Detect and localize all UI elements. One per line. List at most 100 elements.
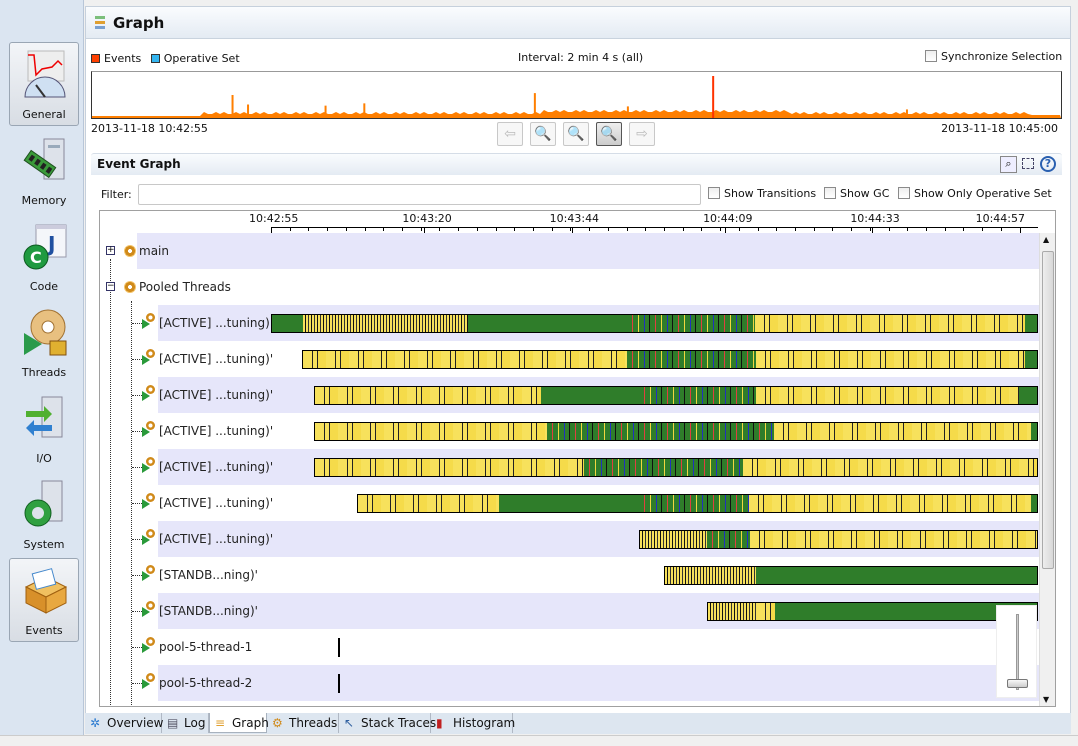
overview-chart[interactable]	[91, 71, 1062, 119]
state-segment-dense	[664, 567, 757, 584]
thread-label: [STANDB...ning)'	[159, 568, 258, 582]
thread-state-bar[interactable]	[356, 494, 1038, 513]
thread-label: [ACTIVE] ...tuning)'	[159, 532, 274, 546]
event-spike	[324, 105, 327, 118]
tab-threads[interactable]: ⚙ Threads	[267, 713, 339, 733]
scroll-up-icon[interactable]: ▲	[1043, 235, 1049, 244]
state-segment-run	[467, 315, 627, 332]
sidebar-item-label: System	[23, 538, 65, 551]
thread-state-bar[interactable]	[639, 530, 1038, 549]
overview-legend: Events Operative Set	[91, 52, 240, 65]
event-spike	[905, 109, 908, 118]
sidebar-item-io[interactable]: I/O	[9, 386, 79, 470]
io-icon	[26, 396, 63, 438]
show-gc-checkbox[interactable]: Show GC	[824, 187, 889, 200]
state-segment-mixed	[547, 423, 774, 440]
show-transitions-checkbox[interactable]: Show Transitions	[708, 187, 816, 200]
bottom-tab-bar: ✲ Overview ▤ Log ≡ Graph ⚙ Threads ↖ Stack Traces…	[85, 713, 1071, 734]
tab-overview[interactable]: ✲ Overview	[85, 713, 164, 733]
thread-state-bar[interactable]	[663, 566, 1038, 585]
zoom-slider[interactable]	[996, 605, 1037, 698]
state-segment-dense	[302, 315, 468, 332]
tab-label: Histogram	[453, 716, 516, 730]
event-graph-panel[interactable]: 10:42:55 10:43:20 10:43:44 10:44:09 10:44:33…	[99, 210, 1056, 707]
sidebar-item-system[interactable]: System	[9, 472, 79, 556]
tab-label: Stack Traces	[361, 716, 437, 730]
zoom-slider-thumb[interactable]	[1007, 678, 1028, 688]
thread-label: [ACTIVE] ...tuning)'	[159, 388, 274, 402]
legend-label: Events	[104, 52, 142, 65]
memory-icon	[23, 138, 65, 180]
filter-input[interactable]	[138, 184, 701, 205]
tab-log[interactable]: ▤ Log	[162, 713, 209, 733]
thread-state-bar[interactable]	[313, 458, 1038, 477]
sidebar-item-label: Code	[29, 280, 59, 293]
sidebar-item-memory[interactable]: Memory	[9, 128, 79, 212]
events-icon	[24, 568, 68, 614]
checkbox-box[interactable]	[898, 187, 910, 199]
collapse-icon[interactable]: −	[106, 282, 115, 291]
checkbox-box[interactable]	[925, 50, 937, 62]
scrollbar-thumb[interactable]	[1042, 251, 1054, 569]
thread-icon	[146, 421, 155, 430]
thread-label: [ACTIVE] ...tuning)'	[159, 352, 274, 366]
checkbox-box[interactable]	[708, 187, 720, 199]
tab-label: Overview	[107, 716, 164, 730]
zoom-selection-button[interactable]: 🔍	[563, 122, 589, 146]
expand-icon[interactable]: +	[106, 246, 115, 255]
zoom-in-icon: 🔍	[600, 126, 618, 142]
thread-icon	[146, 529, 155, 538]
sidebar-item-events[interactable]: Events	[9, 558, 79, 642]
checkbox-box[interactable]	[824, 187, 836, 199]
back-button[interactable]: ⇦	[497, 122, 523, 146]
sidebar-item-code[interactable]: JC Code	[9, 214, 79, 298]
state-segment-run	[272, 315, 303, 332]
thread-state-bar[interactable]	[706, 602, 1038, 621]
select-region-icon[interactable]	[1022, 158, 1034, 169]
help-icon[interactable]: ?	[1040, 156, 1056, 172]
state-segment-wait	[755, 387, 1019, 404]
events-series	[92, 110, 1061, 118]
overview-end-time: 2013-11-18 10:45:00	[941, 122, 1058, 135]
tab-stack-traces[interactable]: ↖ Stack Traces	[339, 713, 436, 733]
thread-state-bar[interactable]	[313, 422, 1038, 441]
tree-line	[132, 575, 142, 576]
zoom-in-button[interactable]: 🔍	[596, 122, 622, 146]
tree-group-pooled-threads[interactable]	[100, 269, 1039, 305]
event-graph-header: Event Graph ⌕ ?	[91, 153, 1062, 175]
thread-row[interactable]	[158, 665, 1039, 701]
search-icon[interactable]: ⌕	[1000, 156, 1017, 173]
state-segment-mixed	[584, 459, 744, 476]
tree-group-main[interactable]	[137, 233, 1039, 269]
sidebar-item-general[interactable]: General	[9, 42, 79, 126]
thread-state-bar[interactable]	[313, 386, 1038, 405]
state-segment-wait	[773, 423, 1031, 440]
general-gauge-icon	[24, 50, 66, 98]
thread-group-icon	[124, 245, 136, 257]
thread-state-bar[interactable]	[271, 314, 1038, 333]
vertical-scrollbar[interactable]: ▲ ▼	[1039, 233, 1055, 706]
interval-label: Interval: 2 min 4 s (all)	[518, 51, 644, 64]
thread-event-marker[interactable]	[338, 638, 341, 657]
code-icon: JC	[23, 224, 67, 270]
tree-line	[132, 647, 142, 648]
thread-event-marker[interactable]	[338, 674, 341, 693]
event-spike	[533, 93, 536, 118]
zoom-out-button[interactable]: 🔍	[530, 122, 556, 146]
checkbox-label: Show Transitions	[724, 187, 817, 200]
tree-group-label: main	[139, 244, 169, 258]
scroll-down-icon[interactable]: ▼	[1043, 695, 1049, 704]
state-segment-dense	[640, 531, 708, 548]
show-only-operative-set-checkbox[interactable]: Show Only Operative Set	[898, 187, 1052, 200]
synchronize-selection-checkbox[interactable]: Synchronize Selection	[925, 50, 1062, 63]
tab-graph[interactable]: ≡ Graph	[209, 713, 269, 733]
thread-row[interactable]	[158, 629, 1039, 665]
sidebar-item-threads[interactable]: Threads	[9, 300, 79, 384]
thread-icon	[146, 637, 155, 646]
state-segment-run	[756, 567, 1037, 584]
forward-button[interactable]: ⇨	[629, 122, 655, 146]
tab-histogram[interactable]: ▮ Histogram	[431, 713, 516, 733]
tree-line	[132, 323, 142, 324]
tree-line	[132, 431, 142, 432]
thread-state-bar[interactable]	[301, 350, 1038, 369]
